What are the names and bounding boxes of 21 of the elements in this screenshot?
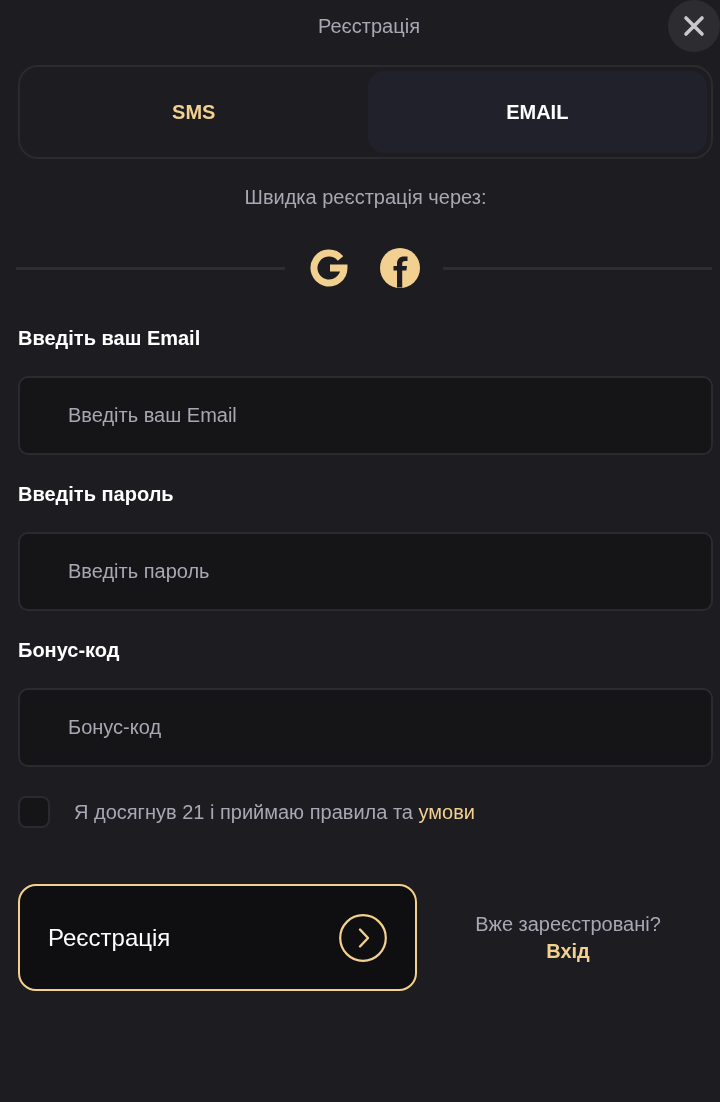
close-button[interactable] bbox=[668, 0, 720, 52]
register-button[interactable]: Реєстрація bbox=[18, 884, 417, 991]
facebook-icon[interactable] bbox=[380, 248, 420, 288]
chevron-circle-icon bbox=[339, 913, 387, 962]
tab[interactable]: SMS bbox=[24, 71, 364, 153]
field-label: Введіть пароль bbox=[18, 482, 175, 506]
quick-signup-caption: Швидка реєстрація через: bbox=[243, 185, 488, 209]
input-field[interactable]: Бонус-код bbox=[18, 688, 713, 767]
google-icon[interactable] bbox=[309, 248, 349, 288]
tab[interactable]: EMAIL bbox=[367, 71, 707, 153]
close-icon bbox=[683, 15, 705, 37]
field-label: Введіть ваш Email bbox=[18, 326, 202, 350]
input-field[interactable]: Введіть пароль bbox=[18, 532, 713, 611]
checkbox[interactable] bbox=[18, 796, 50, 828]
field-label: Бонус-код bbox=[18, 638, 121, 662]
terms-link[interactable]: умови bbox=[418, 800, 475, 823]
login-link[interactable]: Вхід bbox=[546, 939, 590, 963]
agreement-text: Я досягнув 21 і приймаю правила та умови bbox=[74, 800, 475, 824]
login-prompt: Вже зареєстровані? bbox=[475, 912, 661, 936]
dialog-title: Реєстрація bbox=[318, 14, 420, 38]
input-field[interactable]: Введіть ваш Email bbox=[18, 376, 713, 455]
